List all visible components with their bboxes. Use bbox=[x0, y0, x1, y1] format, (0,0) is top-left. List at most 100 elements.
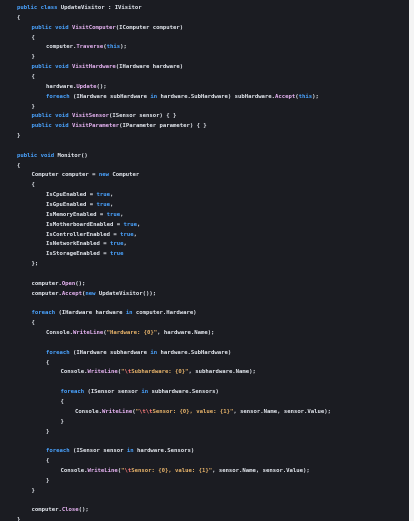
text-token: (); bbox=[75, 280, 86, 287]
code-line[interactable]: IsNetworkEnabled = true, bbox=[46, 240, 127, 248]
code-line[interactable]: foreach (ISensor sensor in hardware.Sens… bbox=[46, 447, 194, 455]
text-token: } bbox=[31, 487, 35, 494]
keyword-token: void bbox=[55, 24, 69, 31]
code-line[interactable]: { bbox=[32, 319, 35, 327]
text-token: Monitor() bbox=[54, 152, 88, 159]
code-line[interactable]: } bbox=[46, 428, 49, 436]
text-token: (); bbox=[78, 507, 89, 514]
code-line[interactable]: Console.WriteLine("\tSensor: {0}, value:… bbox=[61, 467, 310, 475]
text-token: Console. bbox=[46, 330, 73, 337]
text-token: (IHardware subhardware bbox=[69, 349, 151, 356]
code-line[interactable]: IsMemoryEnabled = true, bbox=[46, 211, 123, 219]
text-token: } bbox=[17, 517, 21, 521]
code-line[interactable]: public class UpdateVisitor : IVisitor bbox=[17, 4, 142, 12]
code-line[interactable]: IsControllerEnabled = true, bbox=[46, 231, 137, 239]
code-line[interactable]: IsGpuEnabled = true, bbox=[46, 201, 113, 209]
keyword-token: foreach bbox=[46, 448, 70, 455]
text-token: , bbox=[133, 231, 137, 238]
code-line[interactable]: Computer computer = new Computer bbox=[32, 171, 140, 179]
method-token: Open bbox=[61, 280, 76, 287]
code-line[interactable]: public void Monitor() bbox=[17, 152, 88, 160]
text-token: hardware.Sensors) bbox=[133, 448, 195, 455]
text-token: } bbox=[17, 133, 21, 140]
code-line[interactable]: { bbox=[17, 14, 20, 22]
code-line[interactable]: public void VisitHardware(IHardware hard… bbox=[32, 63, 184, 71]
code-line[interactable]: foreach (IHardware subHardware in hardwa… bbox=[46, 93, 319, 101]
code-line[interactable]: }; bbox=[32, 260, 39, 268]
keyword-token: true bbox=[110, 251, 124, 258]
text-token: IsStorageEnabled = bbox=[46, 251, 110, 258]
code-line[interactable]: foreach (IHardware subhardware in hardwa… bbox=[46, 349, 231, 357]
string-token: "Hardware: {0}" bbox=[106, 330, 158, 337]
code-line[interactable]: Console.WriteLine("Hardware: {0}", hardw… bbox=[46, 329, 214, 337]
code-line[interactable]: IsStorageEnabled = true bbox=[46, 250, 123, 258]
text-token: Console. bbox=[60, 369, 88, 376]
code-line[interactable]: computer.Close(); bbox=[32, 506, 89, 514]
code-line[interactable]: } bbox=[32, 53, 35, 61]
keyword-token: void bbox=[55, 113, 69, 120]
code-line[interactable]: } bbox=[32, 103, 35, 111]
keyword-token: new bbox=[98, 172, 109, 179]
text-token: , bbox=[110, 192, 114, 199]
code-content[interactable]: public class UpdateVisitor : IVisitor { pu… bbox=[0, 0, 409, 521]
keyword-token: public bbox=[31, 24, 52, 31]
text-token: } bbox=[46, 477, 50, 484]
text-token: } bbox=[31, 54, 35, 61]
code-line[interactable]: { bbox=[46, 359, 49, 367]
code-line[interactable]: } bbox=[17, 132, 20, 140]
code-line[interactable]: { bbox=[32, 181, 35, 189]
code-editor[interactable]: public class UpdateVisitor : IVisitor { pu… bbox=[0, 0, 409, 521]
string-token: Subhardware: {0}" bbox=[131, 369, 189, 376]
code-line[interactable]: } bbox=[61, 418, 64, 426]
method-token: Accept bbox=[275, 93, 296, 100]
keyword-token: true bbox=[120, 231, 134, 238]
code-line[interactable]: foreach (IHardware hardware in computer.… bbox=[32, 309, 197, 317]
text-token: subhardware.Sensors) bbox=[148, 389, 219, 396]
text-token: IsCpuEnabled = bbox=[46, 192, 97, 199]
code-line[interactable]: Console.WriteLine("\t\tSensor: {0}, valu… bbox=[75, 408, 331, 416]
method-token: Update bbox=[76, 83, 97, 90]
code-line[interactable]: IsCpuEnabled = true, bbox=[46, 191, 113, 199]
code-line[interactable]: } bbox=[17, 516, 20, 521]
text-token: } bbox=[31, 103, 35, 110]
code-line[interactable]: public void VisitSensor(ISensor sensor) … bbox=[32, 112, 177, 120]
text-token: IsMemoryEnabled = bbox=[46, 211, 107, 218]
code-line[interactable]: Console.WriteLine("\tSubhardware: {0}", … bbox=[61, 368, 256, 376]
code-line[interactable]: public void VisitParameter(IParameter pa… bbox=[32, 122, 207, 130]
text-token: { bbox=[46, 458, 50, 465]
text-token: Console. bbox=[75, 408, 102, 415]
scrollbar-track[interactable] bbox=[409, 0, 414, 521]
code-line[interactable]: } bbox=[32, 487, 35, 495]
method-token: WriteLine bbox=[87, 369, 118, 376]
code-line[interactable]: hardware.Update(); bbox=[46, 83, 107, 91]
text-token: } bbox=[46, 428, 50, 435]
keyword-token: new bbox=[85, 290, 96, 297]
code-line[interactable]: { bbox=[61, 398, 64, 406]
code-line[interactable]: public void VisitComputer(IComputer comp… bbox=[32, 24, 184, 32]
code-line[interactable]: { bbox=[17, 162, 20, 170]
code-line[interactable]: { bbox=[46, 457, 49, 465]
string-token: Sensor: {0}, value: {1}" bbox=[152, 408, 234, 415]
text-token: , hardware.Name); bbox=[157, 330, 215, 337]
text-token: hardware.SubHardware) subHardware. bbox=[157, 93, 276, 100]
method-token: WriteLine bbox=[87, 467, 118, 474]
text-token: Computer computer = bbox=[31, 172, 99, 179]
text-token: (ISensor sensor bbox=[69, 448, 127, 455]
text-token: , bbox=[120, 211, 124, 218]
code-line[interactable]: IsMotherboardEnabled = true, bbox=[46, 221, 140, 229]
keyword-token: foreach bbox=[46, 93, 70, 100]
code-line[interactable]: { bbox=[32, 73, 35, 81]
code-line[interactable]: computer.Accept(new UpdateVisitor()); bbox=[32, 290, 157, 298]
text-token: computer. bbox=[46, 44, 77, 51]
code-line[interactable]: } bbox=[46, 477, 49, 485]
keyword-token: true bbox=[123, 221, 137, 228]
code-line[interactable]: foreach (ISensor sensor in subhardware.S… bbox=[61, 388, 219, 396]
text-token: (IComputer computer) bbox=[115, 24, 184, 31]
text-token: ); bbox=[312, 93, 319, 100]
text-token: hardware. bbox=[46, 83, 77, 90]
code-line[interactable]: { bbox=[32, 34, 35, 42]
method-token: VisitComputer bbox=[71, 24, 116, 31]
code-line[interactable]: computer.Traverse(this); bbox=[46, 43, 127, 51]
keyword-token: foreach bbox=[31, 310, 56, 317]
code-line[interactable]: computer.Open(); bbox=[32, 280, 86, 288]
